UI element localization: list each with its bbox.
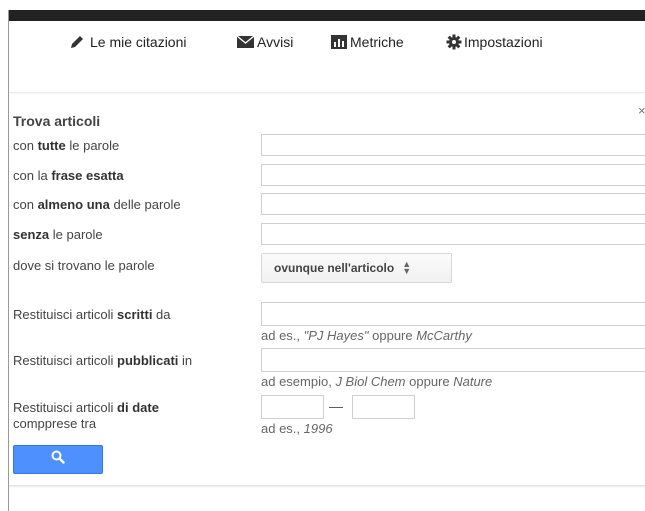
at-least-one-label: con almeno una delle parole — [13, 197, 181, 212]
date-dash: — — [329, 398, 343, 414]
search-icon — [51, 450, 65, 469]
nav-alerts-label: Avvisi — [257, 34, 294, 50]
search-button[interactable] — [13, 445, 103, 474]
nav-settings-label: Impostazioni — [464, 34, 543, 50]
nav-alerts[interactable]: Avvisi — [237, 34, 293, 50]
without-words-label: senza le parole — [13, 227, 103, 242]
bottom-divider — [9, 485, 645, 488]
envelope-icon — [237, 36, 254, 48]
dates-label-line2: compprese tra — [13, 416, 97, 431]
date-from-input[interactable] — [261, 395, 324, 419]
author-label: Restituisci articoli scritti da — [13, 307, 171, 322]
publication-input[interactable] — [261, 348, 645, 372]
nav-settings[interactable]: Impostazioni — [446, 34, 543, 50]
where-select-value: ovunque nell'articolo — [274, 261, 395, 275]
bar-chart-icon — [331, 35, 347, 49]
exact-phrase-label: con la frase esatta — [13, 168, 124, 183]
date-to-input[interactable] — [352, 395, 415, 419]
at-least-one-input[interactable] — [261, 193, 645, 215]
nav-my-citations-label: Le mie citazioni — [90, 34, 187, 50]
author-input[interactable] — [261, 302, 645, 326]
author-hint: ad es., "PJ Hayes" oppure McCarthy — [261, 328, 472, 343]
all-words-input[interactable] — [261, 134, 645, 156]
dates-label: Restituisci articoli di date — [13, 400, 159, 415]
without-words-input[interactable] — [261, 223, 645, 245]
divider — [9, 92, 645, 94]
nav-my-citations[interactable]: Le mie citazioni — [70, 34, 187, 50]
left-border — [8, 10, 9, 511]
where-label: dove si trovano le parole — [13, 258, 155, 273]
top-navigation: Le mie citazioni Avvisi Metriche Imposta… — [9, 21, 645, 66]
publication-hint: ad esempio, J Biol Chem oppure Nature — [261, 374, 493, 389]
nav-metrics[interactable]: Metriche — [331, 34, 404, 50]
top-bar — [8, 10, 645, 21]
gear-icon — [446, 34, 462, 50]
nav-metrics-label: Metriche — [350, 34, 404, 50]
form-title: Trova articoli — [13, 113, 101, 129]
publication-label: Restituisci articoli pubblicati in — [13, 353, 193, 368]
close-icon[interactable]: × — [638, 103, 645, 118]
pencil-icon — [70, 35, 86, 49]
updown-arrows-icon: ▲ ▼ — [402, 259, 412, 276]
exact-phrase-input[interactable] — [261, 164, 645, 186]
all-words-label: con tutte le parole — [13, 138, 120, 153]
dates-hint: ad es., 1996 — [261, 421, 333, 436]
where-select[interactable]: ovunque nell'articolo ▲ ▼ — [261, 253, 452, 283]
